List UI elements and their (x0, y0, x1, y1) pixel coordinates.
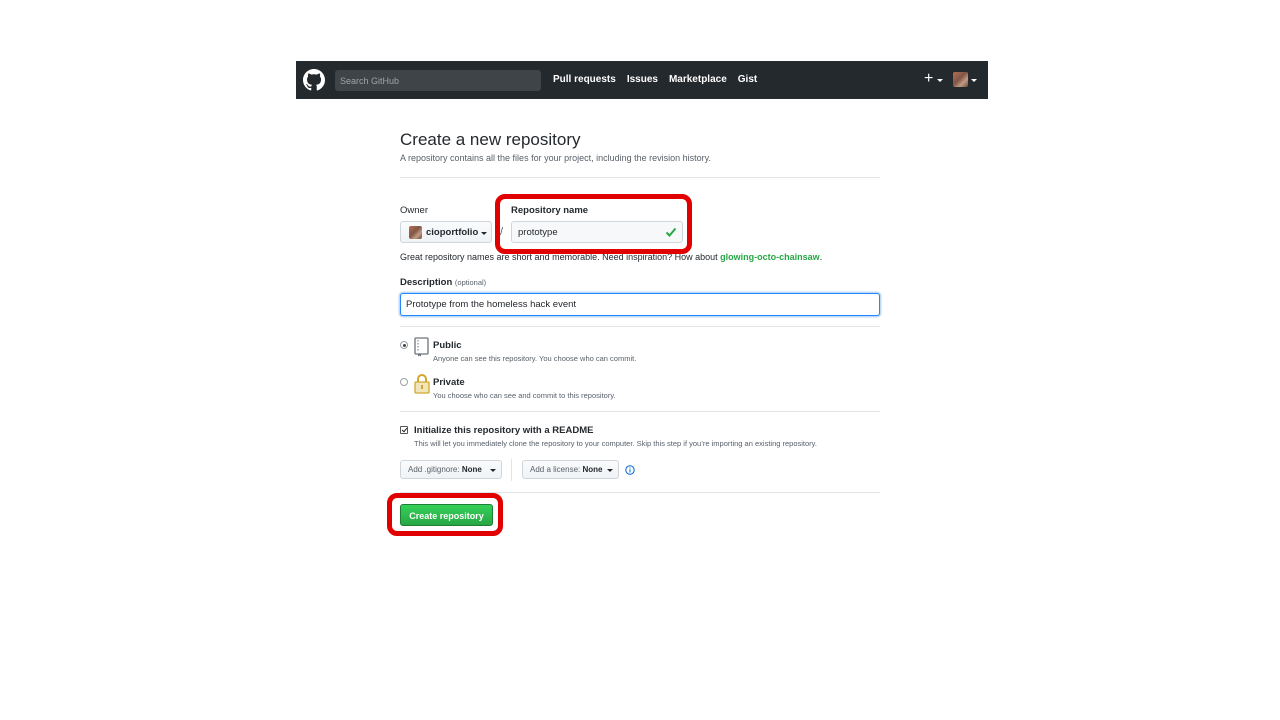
license-select[interactable]: Add a license: None (522, 460, 619, 479)
gitignore-label-text: Add .gitignore: (408, 465, 460, 474)
owner-repo-separator: / (500, 226, 504, 238)
create-repository-button[interactable]: Create repository (400, 504, 493, 526)
nav-issues[interactable]: Issues (627, 74, 658, 85)
owner-name: cioportfolio (426, 227, 479, 238)
owner-avatar (409, 226, 422, 239)
chevron-down-icon (607, 469, 613, 472)
header-nav: Pull requests Issues Marketplace Gist (553, 74, 757, 85)
private-radio[interactable] (400, 378, 408, 386)
chevron-down-icon (481, 232, 487, 235)
user-avatar[interactable] (953, 72, 968, 87)
divider (400, 326, 880, 327)
license-label: Add a license: None (530, 465, 603, 474)
readme-checkbox[interactable] (400, 426, 408, 434)
name-suggestion-link[interactable]: glowing-octo-chainsaw (720, 252, 820, 262)
repo-name-label: Repository name (511, 205, 589, 216)
page-title: Create a new repository (400, 130, 581, 149)
gitignore-label: Add .gitignore: None (408, 465, 482, 474)
public-radio[interactable] (400, 341, 408, 349)
license-label-text: Add a license: (530, 465, 581, 474)
check-icon (665, 227, 677, 237)
nav-marketplace[interactable]: Marketplace (669, 74, 727, 85)
page-subtitle: A repository contains all the files for … (400, 153, 711, 163)
divider (400, 411, 880, 412)
info-icon[interactable] (625, 465, 635, 475)
optional-tag: (optional) (454, 278, 487, 287)
hint-suffix: . (819, 252, 823, 262)
gitignore-select[interactable]: Add .gitignore: None (400, 460, 502, 479)
private-description: You choose who can see and commit to thi… (433, 391, 616, 400)
search-input[interactable] (335, 70, 541, 91)
hint-text: Great repository names are short and mem… (400, 252, 721, 262)
license-value: None (582, 465, 603, 474)
private-title: Private (433, 377, 465, 388)
readme-title: Initialize this repository with a README (414, 425, 594, 436)
plus-chevron-down-icon[interactable] (937, 79, 943, 82)
public-description: Anyone can see this repository. You choo… (433, 354, 637, 363)
gitignore-value: None (461, 465, 482, 474)
owner-select[interactable]: cioportfolio (400, 221, 492, 243)
description-label: Description (optional) (400, 277, 486, 288)
select-separator (511, 459, 512, 481)
repo-name-hint: Great repository names are short and mem… (400, 252, 822, 262)
repo-book-icon (414, 337, 429, 357)
nav-pull-requests[interactable]: Pull requests (553, 74, 616, 85)
divider (400, 177, 880, 178)
top-nav-bar: Pull requests Issues Marketplace Gist + (296, 61, 988, 99)
chevron-down-icon (490, 469, 496, 472)
lock-icon (414, 374, 430, 394)
public-title: Public (433, 340, 462, 351)
divider (400, 492, 880, 493)
description-input[interactable] (400, 293, 880, 316)
github-logo-icon[interactable] (303, 69, 325, 91)
avatar-chevron-down-icon[interactable] (971, 79, 977, 82)
new-plus-icon[interactable]: + (924, 70, 933, 88)
description-label-text: Description (400, 277, 453, 288)
readme-description: This will let you immediately clone the … (414, 439, 817, 448)
repo-name-input[interactable] (511, 221, 683, 243)
nav-gist[interactable]: Gist (738, 74, 757, 85)
owner-label: Owner (400, 205, 428, 216)
